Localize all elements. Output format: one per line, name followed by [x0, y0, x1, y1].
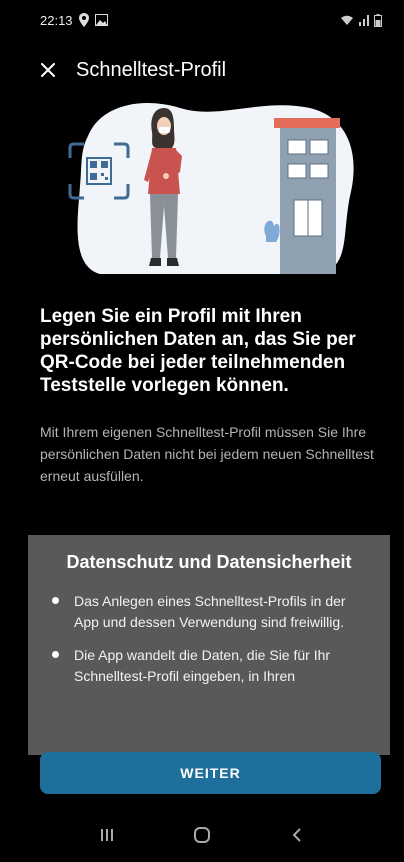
back-button[interactable] [277, 815, 317, 855]
privacy-item-text: Das Anlegen eines Schnelltest-Profils in… [74, 593, 346, 630]
recent-apps-button[interactable] [87, 815, 127, 855]
privacy-item-text: Die App wandelt die Daten, die Sie für I… [74, 647, 331, 684]
system-nav-bar [0, 808, 404, 862]
status-time: 22:13 [40, 12, 73, 28]
hero-illustration [68, 103, 354, 274]
weiter-button[interactable]: WEITER [40, 752, 381, 794]
home-icon [193, 827, 210, 843]
bullet-icon [52, 651, 59, 658]
status-left: 22:13 [40, 13, 108, 28]
back-icon [292, 828, 301, 842]
list-item: Das Anlegen eines Schnelltest-Profils in… [48, 591, 366, 633]
signal-icon [359, 15, 369, 26]
building-icon [274, 118, 340, 274]
home-button[interactable] [182, 815, 222, 855]
close-icon [41, 63, 55, 77]
page-title: Schnelltest-Profil [76, 58, 227, 81]
privacy-list: Das Anlegen eines Schnelltest-Profils in… [48, 591, 366, 699]
status-bar: 22:13 [0, 0, 404, 40]
privacy-title: Datenschutz und Datensicherheit [66, 552, 352, 572]
app-bar: Schnelltest-Profil [0, 48, 404, 92]
list-item: Die App wandelt die Daten, die Sie für I… [48, 645, 366, 687]
battery-icon [374, 13, 382, 27]
intro-text: Mit Ihrem eigenen Schnelltest-Profil müs… [40, 424, 374, 484]
wifi-icon [341, 15, 353, 25]
recent-apps-icon [101, 829, 114, 841]
status-right [340, 13, 382, 27]
bullet-icon [52, 597, 59, 604]
image-icon [94, 14, 108, 26]
headline: Legen Sie ein Profil mit Ihren persönlic… [40, 306, 356, 396]
privacy-card: Datenschutz und Datensicherheit Das Anle… [28, 535, 390, 755]
close-button[interactable] [26, 48, 70, 92]
location-icon [78, 13, 89, 27]
